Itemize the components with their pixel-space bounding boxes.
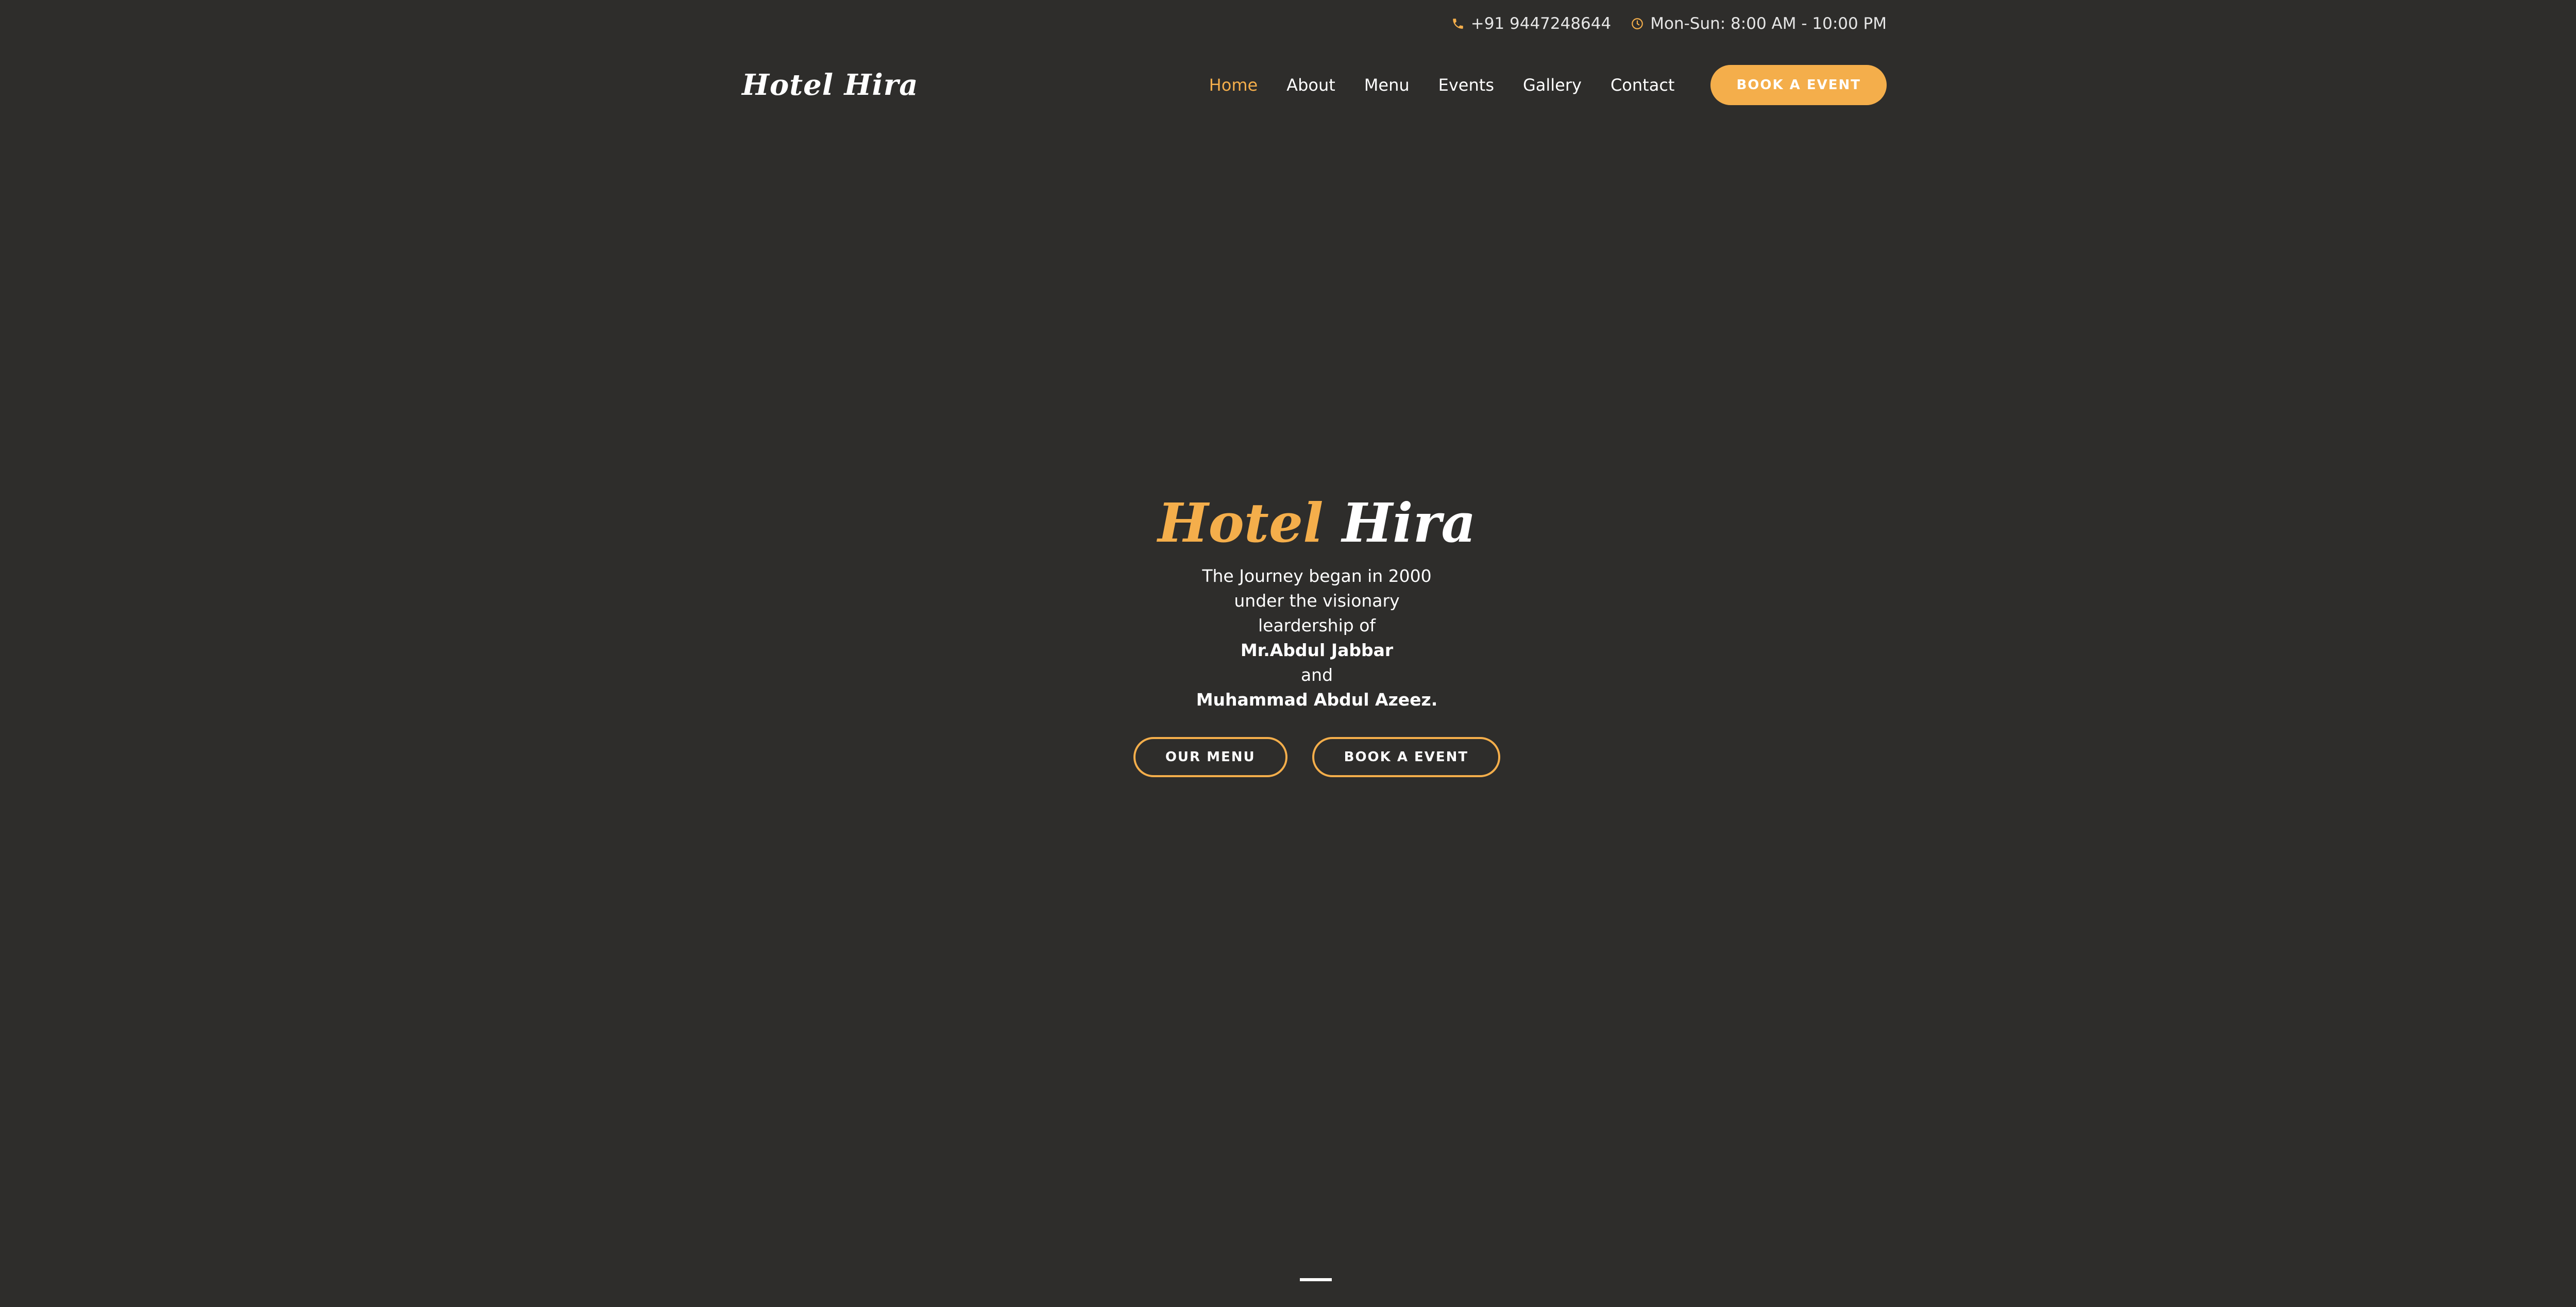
hero-line: leardership of xyxy=(1258,615,1376,635)
book-event-button[interactable]: BOOK A EVENT xyxy=(1710,65,1887,105)
hero-line: under the visionary xyxy=(1234,591,1400,611)
opening-hours: Mon-Sun: 8:00 AM - 10:00 PM xyxy=(1650,14,1887,33)
nav-contact[interactable]: Contact xyxy=(1611,75,1675,95)
hero-title-hira: Hira xyxy=(1342,491,1476,555)
hero-buttons: OUR MENU BOOK A EVENT xyxy=(0,737,2576,777)
founder-name: Mr.Abdul Jabbar xyxy=(1240,640,1394,660)
phone-number: +91 9447248644 xyxy=(1470,14,1612,33)
phone-icon xyxy=(1451,17,1465,30)
site-header: Hotel Hira Home About Menu Events Galler… xyxy=(742,61,1887,109)
hero-section: Hotel Hira The Journey began in 2000 und… xyxy=(0,490,2576,777)
hero-book-event-button[interactable]: BOOK A EVENT xyxy=(1312,737,1501,777)
hero-line: The Journey began in 2000 xyxy=(1202,566,1432,586)
hero-title-hotel: Hotel xyxy=(1158,491,1324,555)
our-menu-button[interactable]: OUR MENU xyxy=(1133,737,1287,777)
phone-info[interactable]: +91 9447248644 xyxy=(1451,14,1612,33)
nav-about[interactable]: About xyxy=(1286,75,1335,95)
site-logo[interactable]: Hotel Hira xyxy=(742,68,919,102)
clock-icon xyxy=(1631,17,1644,30)
page: +91 9447248644 Mon-Sun: 8:00 AM - 10:00 … xyxy=(0,0,2576,1307)
scroll-indicator[interactable] xyxy=(1300,1278,1332,1281)
hero-line: and xyxy=(1300,665,1333,685)
nav-events[interactable]: Events xyxy=(1438,75,1494,95)
nav-home[interactable]: Home xyxy=(1209,75,1258,95)
hero-title: Hotel Hira xyxy=(0,490,2576,557)
cofounder-name: Muhammad Abdul Azeez. xyxy=(1196,690,1438,710)
hero-description: The Journey began in 2000 under the visi… xyxy=(0,564,2576,712)
nav-menu[interactable]: Menu xyxy=(1364,75,1410,95)
top-info-bar: +91 9447248644 Mon-Sun: 8:00 AM - 10:00 … xyxy=(1451,10,1887,37)
nav-gallery[interactable]: Gallery xyxy=(1523,75,1582,95)
main-nav: Home About Menu Events Gallery Contact B… xyxy=(1180,65,1887,105)
hours-info: Mon-Sun: 8:00 AM - 10:00 PM xyxy=(1631,14,1887,33)
